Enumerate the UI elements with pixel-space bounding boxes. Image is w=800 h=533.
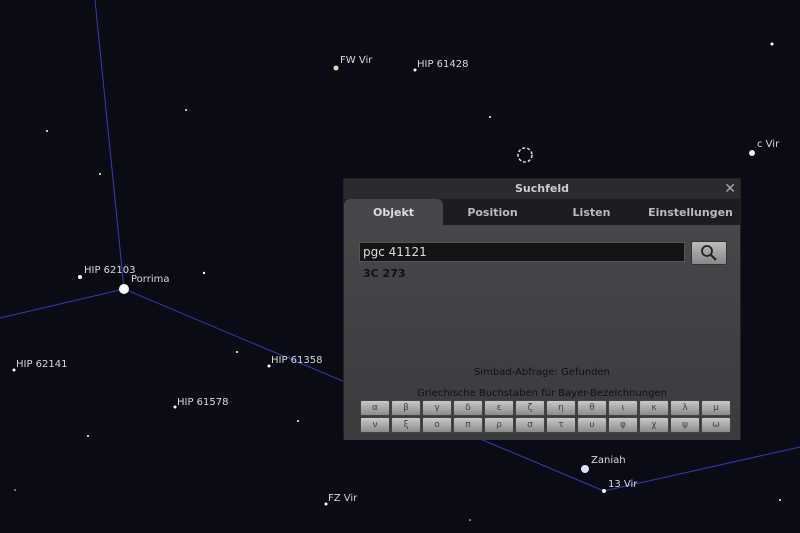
constellation-line [94, 0, 125, 290]
star-label: FZ Vir [328, 493, 358, 504]
greek-key[interactable]: τ [546, 417, 576, 433]
search-dialog: Suchfeld ✕ Objekt Position Listen Einste… [343, 178, 741, 440]
greek-key[interactable]: μ [701, 400, 731, 416]
star-label: HIP 61428 [417, 59, 469, 70]
greek-key[interactable]: ν [360, 417, 390, 433]
star-label: FW Vir [340, 55, 373, 66]
tab-position[interactable]: Position [443, 199, 542, 225]
greek-key[interactable]: υ [577, 417, 607, 433]
simbad-status: Simbad-Abfrage: Gefunden [473, 367, 610, 378]
greek-key[interactable]: η [546, 400, 576, 416]
greek-key[interactable]: κ [639, 400, 669, 416]
star-label: 13 Vir [608, 479, 638, 490]
greek-key[interactable]: ι [608, 400, 638, 416]
tab-einstellungen[interactable]: Einstellungen [641, 199, 740, 225]
star[interactable] [119, 284, 129, 294]
greek-key[interactable]: λ [670, 400, 700, 416]
greek-letters-label: Griechische Buchstaben für Bayer-Bezeich… [417, 388, 667, 399]
dialog-title: Suchfeld [515, 182, 569, 195]
greek-key[interactable]: σ [515, 417, 545, 433]
greek-key[interactable]: ψ [670, 417, 700, 433]
star-label: Porrima [131, 274, 170, 285]
star-label: HIP 61358 [271, 355, 323, 366]
dialog-titlebar[interactable]: Suchfeld ✕ [344, 179, 740, 199]
star[interactable] [602, 489, 606, 493]
star-label: HIP 61578 [177, 397, 229, 408]
greek-key[interactable]: ω [701, 417, 731, 433]
greek-key[interactable]: φ [608, 417, 638, 433]
greek-key[interactable]: ρ [484, 417, 514, 433]
constellation-line [0, 288, 125, 319]
greek-key[interactable]: χ [639, 417, 669, 433]
star-label: HIP 62103 [84, 265, 136, 276]
star-label: Zaniah [591, 455, 626, 466]
star[interactable] [78, 275, 82, 279]
greek-key[interactable]: θ [577, 400, 607, 416]
search-input[interactable]: pgc 41121 [359, 242, 685, 262]
tab-listen[interactable]: Listen [542, 199, 641, 225]
greek-key[interactable]: ζ [515, 400, 545, 416]
greek-key[interactable]: γ [422, 400, 452, 416]
search-icon [701, 245, 717, 261]
star[interactable] [333, 65, 339, 71]
star-label: c Vir [757, 139, 780, 150]
star[interactable] [749, 150, 755, 156]
star-label: HIP 62141 [16, 359, 68, 370]
greek-key[interactable]: ο [422, 417, 452, 433]
greek-key[interactable]: β [391, 400, 421, 416]
greek-key[interactable]: π [453, 417, 483, 433]
star[interactable] [581, 465, 589, 473]
tab-objekt[interactable]: Objekt [344, 199, 443, 225]
close-icon[interactable]: ✕ [724, 179, 736, 199]
greek-key[interactable]: α [360, 400, 390, 416]
search-result[interactable]: 3C 273 [363, 267, 406, 280]
greek-key[interactable]: ξ [391, 417, 421, 433]
search-button[interactable] [691, 241, 727, 265]
greek-keyboard: αβγδεζηθικλμ νξοπρστυφχψω [360, 400, 731, 433]
greek-key[interactable]: δ [453, 400, 483, 416]
greek-key[interactable]: ε [484, 400, 514, 416]
selection-marker-icon [517, 147, 533, 163]
